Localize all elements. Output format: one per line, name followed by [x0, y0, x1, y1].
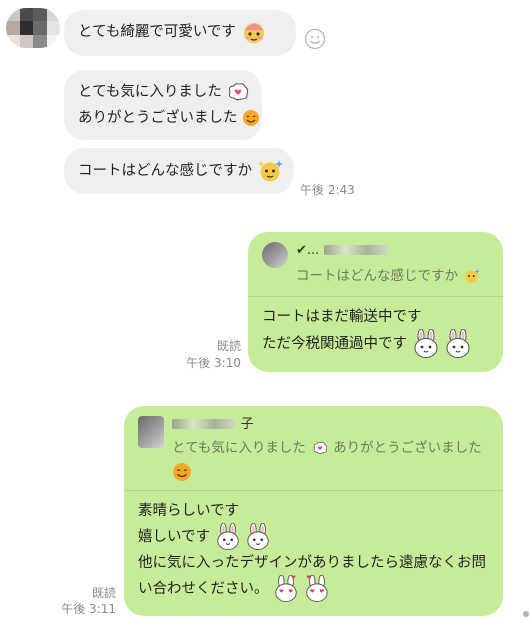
smiling-face-icon [173, 463, 191, 481]
scroll-indicator[interactable] [523, 611, 529, 617]
message-text: 嬉しいです [138, 529, 211, 545]
message-text: ただ今税関通過中です [262, 336, 407, 352]
message-text: コートはまだ輸送中です [262, 309, 422, 325]
quoted-reply[interactable]: 子 とても気に入りました ありがとうございました [124, 406, 503, 490]
message-time: 午後 3:11 [61, 602, 116, 616]
smiling-face-icon [243, 110, 260, 126]
sparkle-face-icon [257, 160, 283, 182]
blurred-name [172, 419, 236, 429]
incoming-message[interactable]: とても綺麗で可愛いです [64, 10, 296, 56]
quote-text: とても気に入りました [172, 440, 306, 456]
bunny-sticker-icon [414, 329, 438, 358]
message-text: 他に気に入ったデザインがありましたら遠慮なくお問 [138, 555, 486, 571]
message-time: 午後 2:43 [300, 183, 355, 197]
blushing-face-icon [243, 23, 264, 43]
outgoing-message[interactable]: 子 とても気に入りました ありがとうございました 素晴らしいです 嬉しいです 他… [124, 406, 503, 616]
read-status: 既読 [216, 339, 241, 353]
message-text: とても気に入りました [78, 84, 222, 100]
quote-text: コートはどんな感じですか [296, 268, 458, 284]
message-time: 午後 3:10 [186, 356, 241, 370]
quote-sender-name: ✔... [296, 243, 320, 258]
read-status: 既読 [91, 586, 116, 600]
sparkle-face-icon [464, 268, 480, 283]
bunny-sticker-icon [446, 329, 470, 358]
message-text: とても綺麗で可愛いです [78, 24, 236, 40]
message-text: い合わせください。 [138, 581, 269, 597]
quote-sender-name: 子 [240, 417, 254, 432]
heart-sticker-icon [229, 83, 249, 101]
quote-text: ありがとうございました [333, 440, 482, 456]
message-text: コートはどんな感じですか [78, 163, 252, 179]
heart-sticker-icon [313, 441, 327, 454]
reaction-smiley-icon[interactable] [304, 28, 326, 50]
bunny-sticker-icon [217, 523, 239, 550]
quote-thumbnail [262, 242, 288, 268]
outgoing-message[interactable]: ✔... コートはどんな感じですか コートはまだ輸送中です ただ今税関通過中です [248, 232, 503, 372]
quote-thumbnail [138, 416, 164, 448]
blurred-name [323, 245, 388, 255]
message-text: 素晴らしいです [138, 503, 240, 519]
quoted-reply[interactable]: ✔... コートはどんな感じですか [248, 232, 503, 296]
incoming-message[interactable]: コートはどんな感じですか [64, 148, 294, 194]
chat-window: とても綺麗で可愛いです とても気に入りました ありがとうございました コートはど… [0, 0, 531, 621]
bunny-love-sticker-icon [306, 575, 328, 602]
message-text: ありがとうございました [78, 110, 238, 126]
bunny-sticker-icon [247, 523, 269, 550]
incoming-message[interactable]: とても気に入りました ありがとうございました [64, 70, 262, 140]
avatar[interactable] [6, 8, 60, 48]
bunny-love-sticker-icon [275, 575, 297, 602]
